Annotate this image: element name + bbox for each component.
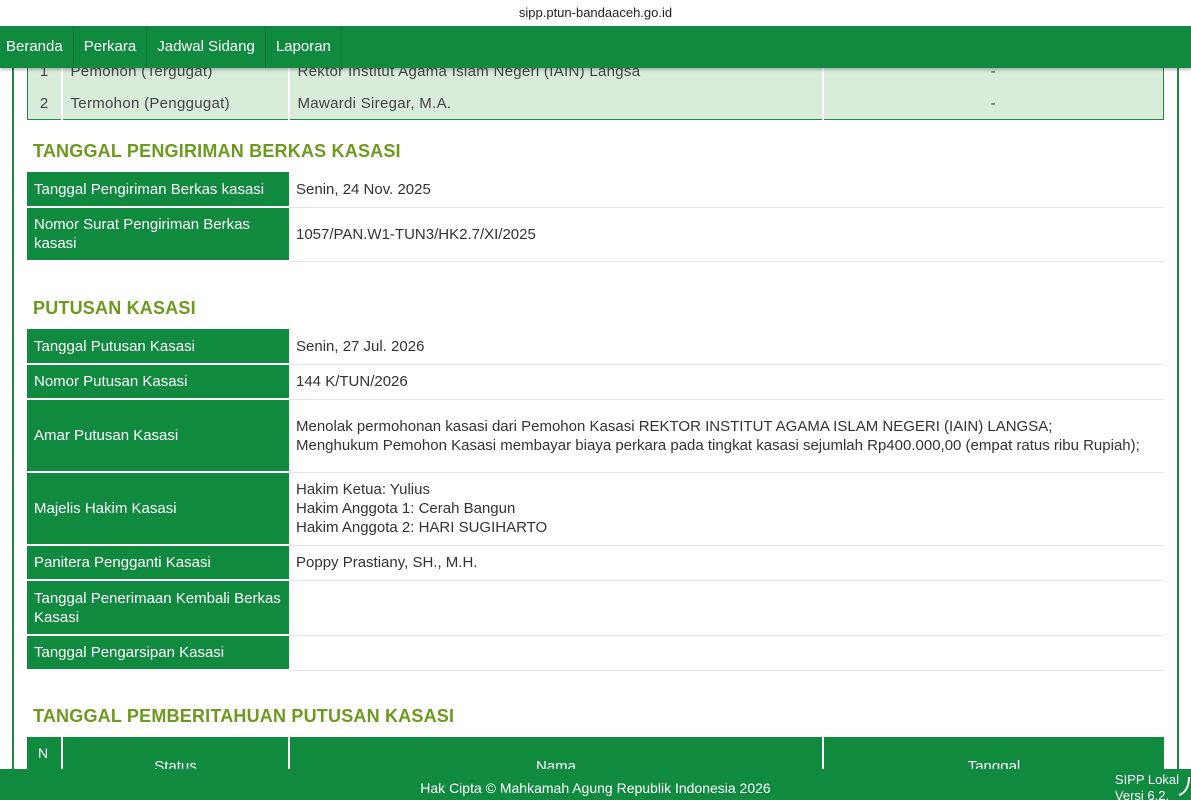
field-label: Tanggal Pengiriman Berkas kasasi xyxy=(27,172,289,208)
table-row: Tanggal Pengiriman Berkas kasasi Senin, … xyxy=(27,172,1164,208)
nav-perkara[interactable]: Perkara xyxy=(74,26,148,68)
party-name: Mawardi Siregar, M.A. xyxy=(288,87,824,120)
table-row: Nomor Putusan Kasasi 144 K/TUN/2026 xyxy=(27,364,1164,400)
field-label: Nomor Surat Pengiriman Berkas kasasi xyxy=(27,207,289,262)
field-label: Majelis Hakim Kasasi xyxy=(27,472,289,546)
table-row: Tanggal Pengarsipan Kasasi xyxy=(27,635,1164,671)
table-row: Tanggal Penerimaan Kembali Berkas Kasasi xyxy=(27,580,1164,636)
section-title-pengiriman: TANGGAL PENGIRIMAN BERKAS KASASI xyxy=(33,141,401,161)
curl-icon xyxy=(1178,776,1190,796)
url-text: sipp.ptun-bandaaceh.go.id xyxy=(518,5,673,20)
table-row: Nomor Surat Pengiriman Berkas kasasi 105… xyxy=(27,207,1164,262)
field-label: Nomor Putusan Kasasi xyxy=(27,364,289,400)
field-label: Tanggal Penerimaan Kembali Berkas Kasasi xyxy=(27,580,289,636)
field-label: Panitera Pengganti Kasasi xyxy=(27,545,289,581)
field-label: Tanggal Putusan Kasasi xyxy=(27,329,289,365)
field-value: Senin, 27 Jul. 2026 xyxy=(289,329,1164,365)
nav-laporan[interactable]: Laporan xyxy=(266,26,342,68)
version-text: Versi 6.2. xyxy=(1114,788,1170,800)
field-value: Menolak permohonan kasasi dari Pemohon K… xyxy=(289,399,1164,473)
app-name: SIPP Lokal xyxy=(1114,772,1179,787)
field-value: 144 K/TUN/2026 xyxy=(289,364,1164,400)
footer: Hak Cipta © Mahkamah Agung Republik Indo… xyxy=(0,769,1191,800)
field-value: Poppy Prastiany, SH., M.H. xyxy=(289,545,1164,581)
nav-beranda[interactable]: Beranda xyxy=(0,26,74,68)
field-label: Amar Putusan Kasasi xyxy=(27,399,289,473)
party-number: 2 xyxy=(27,87,63,120)
pengiriman-table: Tanggal Pengiriman Berkas kasasi Senin, … xyxy=(27,172,1164,262)
section-title-pemberitahuan: TANGGAL PEMBERITAHUAN PUTUSAN KASASI xyxy=(33,706,455,726)
field-label: Tanggal Pengarsipan Kasasi xyxy=(27,635,289,671)
field-value: 1057/PAN.W1-TUN3/HK2.7/XI/2025 xyxy=(289,207,1164,262)
app-version: SIPP Lokal Versi 6.2. xyxy=(1115,772,1179,800)
party-role: Termohon (Penggugat) xyxy=(61,87,290,120)
section-title-putusan: PUTUSAN KASASI xyxy=(33,298,196,318)
top-navbar: Beranda Perkara Jadwal Sidang Laporan xyxy=(0,26,1191,68)
browser-url-bar[interactable]: sipp.ptun-bandaaceh.go.id xyxy=(0,0,1191,26)
party-value: - xyxy=(822,87,1164,120)
field-value: Senin, 24 Nov. 2025 xyxy=(289,172,1164,208)
nav-jadwal-sidang[interactable]: Jadwal Sidang xyxy=(147,26,266,68)
table-row: Amar Putusan Kasasi Menolak permohonan k… xyxy=(27,399,1164,473)
field-value: Hakim Ketua: Yulius Hakim Anggota 1: Cer… xyxy=(289,472,1164,546)
table-row: 2 Termohon (Penggugat) Mawardi Siregar, … xyxy=(27,87,1164,120)
putusan-table: Tanggal Putusan Kasasi Senin, 27 Jul. 20… xyxy=(27,329,1164,671)
copyright-text: Hak Cipta © Mahkamah Agung Republik Indo… xyxy=(420,780,771,796)
table-row: Majelis Hakim Kasasi Hakim Ketua: Yulius… xyxy=(27,472,1164,546)
field-value xyxy=(289,635,1164,671)
table-row: Tanggal Putusan Kasasi Senin, 27 Jul. 20… xyxy=(27,329,1164,365)
field-value xyxy=(289,580,1164,636)
table-row: Panitera Pengganti Kasasi Poppy Prastian… xyxy=(27,545,1164,581)
